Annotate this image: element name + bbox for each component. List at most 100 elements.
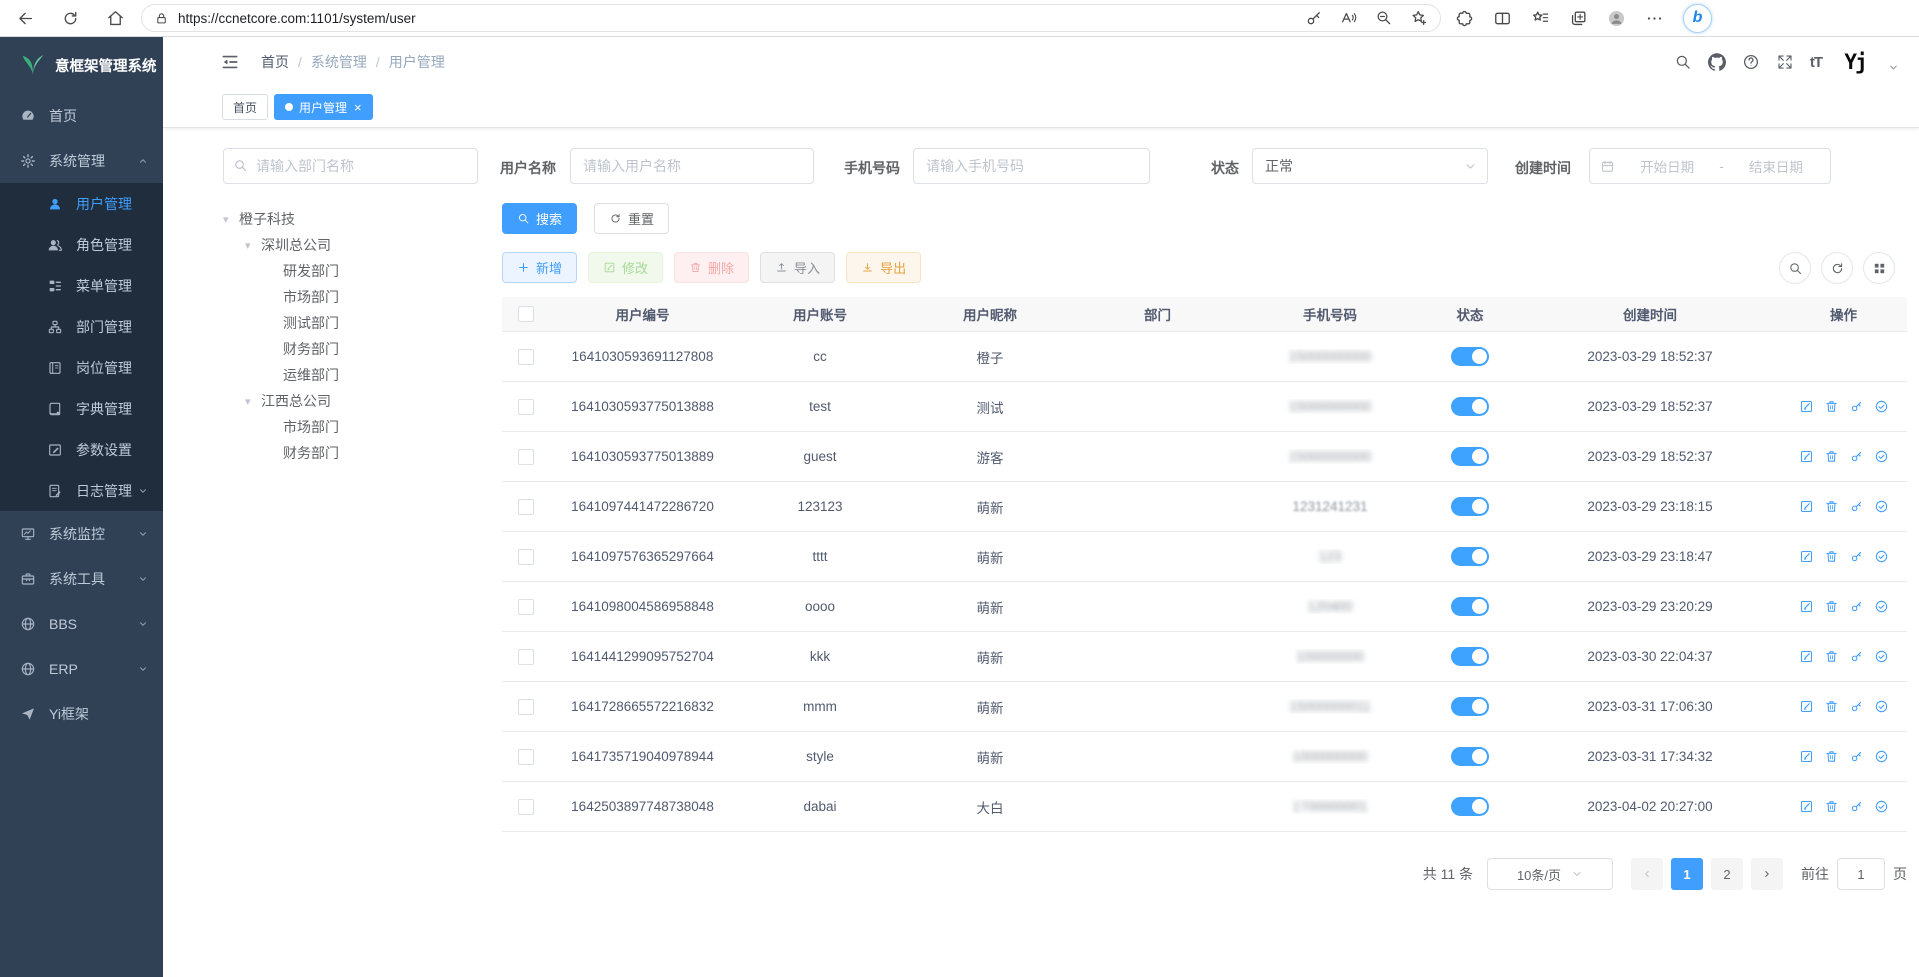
collections-icon[interactable] <box>1569 9 1588 28</box>
row-edit-icon[interactable] <box>1799 599 1814 614</box>
row-edit-icon[interactable] <box>1799 549 1814 564</box>
row-delete-icon[interactable] <box>1824 799 1839 814</box>
tree-expand-icon[interactable]: ▾ <box>245 239 255 252</box>
tree-node[interactable]: ▾深圳总公司 <box>215 232 485 258</box>
row-edit-icon[interactable] <box>1799 749 1814 764</box>
row-edit-icon[interactable] <box>1799 399 1814 414</box>
row-assign-role-icon[interactable] <box>1874 799 1889 814</box>
row-edit-icon[interactable] <box>1799 649 1814 664</box>
browser-profile-icon[interactable] <box>1607 9 1626 28</box>
phone-input[interactable] <box>913 148 1150 184</box>
row-delete-icon[interactable] <box>1824 649 1839 664</box>
row-reset-password-icon[interactable] <box>1849 749 1864 764</box>
copilot-icon[interactable]: b <box>1683 4 1712 33</box>
close-tab-icon[interactable]: × <box>354 101 362 114</box>
sidebar-item-menu-management[interactable]: 菜单管理 <box>0 265 163 306</box>
browser-back-icon[interactable] <box>16 9 35 28</box>
sidebar-item-role-management[interactable]: 角色管理 <box>0 224 163 265</box>
table-search-toggle-button[interactable] <box>1779 252 1811 284</box>
row-delete-icon[interactable] <box>1824 749 1839 764</box>
status-toggle[interactable] <box>1451 347 1489 366</box>
status-toggle[interactable] <box>1451 447 1489 466</box>
row-checkbox[interactable] <box>518 699 534 715</box>
row-assign-role-icon[interactable] <box>1874 549 1889 564</box>
row-delete-icon[interactable] <box>1824 499 1839 514</box>
read-aloud-icon[interactable] <box>1340 9 1358 27</box>
sidebar-item-log-management[interactable]: 日志管理 <box>0 470 163 511</box>
row-reset-password-icon[interactable] <box>1849 549 1864 564</box>
row-checkbox[interactable] <box>518 549 534 565</box>
status-toggle[interactable] <box>1451 547 1489 566</box>
add-button[interactable]: 新增 <box>502 252 577 283</box>
sidebar-item-system-monitor[interactable]: 系统监控 <box>0 511 163 556</box>
row-assign-role-icon[interactable] <box>1874 399 1889 414</box>
browser-refresh-icon[interactable] <box>61 9 80 28</box>
date-range-picker[interactable]: 开始日期 - 结束日期 <box>1589 148 1831 184</box>
row-delete-icon[interactable] <box>1824 549 1839 564</box>
status-toggle[interactable] <box>1451 647 1489 666</box>
page-size-select[interactable]: 10条/页 <box>1487 858 1613 890</box>
sidebar-item-erp[interactable]: ERP <box>0 646 163 691</box>
row-edit-icon[interactable] <box>1799 499 1814 514</box>
row-delete-icon[interactable] <box>1824 399 1839 414</box>
goto-page-input[interactable] <box>1837 858 1885 890</box>
browser-home-icon[interactable] <box>106 9 125 28</box>
row-assign-role-icon[interactable] <box>1874 749 1889 764</box>
row-reset-password-icon[interactable] <box>1849 599 1864 614</box>
font-size-icon[interactable]: tT <box>1810 54 1822 71</box>
sidebar-item-param-settings[interactable]: 参数设置 <box>0 429 163 470</box>
page-button-1[interactable]: 1 <box>1671 858 1703 890</box>
row-edit-icon[interactable] <box>1799 449 1814 464</box>
tree-node[interactable]: ▾橙子科技 <box>215 206 485 232</box>
export-button[interactable]: 导出 <box>846 252 921 283</box>
tree-node[interactable]: ▾江西总公司 <box>215 388 485 414</box>
row-delete-icon[interactable] <box>1824 449 1839 464</box>
sidebar-item-home[interactable]: 首页 <box>0 93 163 138</box>
tree-node[interactable]: 测试部门 <box>215 310 485 336</box>
sidebar-item-user-management[interactable]: 用户管理 <box>0 183 163 224</box>
row-checkbox[interactable] <box>518 499 534 515</box>
table-refresh-button[interactable] <box>1821 252 1853 284</box>
row-checkbox[interactable] <box>518 349 534 365</box>
tree-node[interactable]: 财务部门 <box>215 440 485 466</box>
row-edit-icon[interactable] <box>1799 799 1814 814</box>
row-checkbox[interactable] <box>518 399 534 415</box>
status-toggle[interactable] <box>1451 497 1489 516</box>
status-toggle[interactable] <box>1451 597 1489 616</box>
row-reset-password-icon[interactable] <box>1849 649 1864 664</box>
tab-user-management[interactable]: 用户管理× <box>274 94 373 120</box>
collapse-sidebar-icon[interactable] <box>220 52 240 72</box>
row-reset-password-icon[interactable] <box>1849 699 1864 714</box>
search-icon[interactable] <box>1674 53 1692 71</box>
add-favorite-star-icon[interactable] <box>1410 9 1428 27</box>
row-checkbox[interactable] <box>518 449 534 465</box>
github-icon[interactable] <box>1708 53 1726 71</box>
help-icon[interactable] <box>1742 53 1760 71</box>
tree-node[interactable]: 运维部门 <box>215 362 485 388</box>
edit-button[interactable]: 修改 <box>588 252 663 283</box>
row-reset-password-icon[interactable] <box>1849 499 1864 514</box>
breadcrumb-item[interactable]: 用户管理 <box>389 52 445 72</box>
tree-node[interactable]: 研发部门 <box>215 258 485 284</box>
sidebar-item-bbs[interactable]: BBS <box>0 601 163 646</box>
row-checkbox[interactable] <box>518 599 534 615</box>
tree-node[interactable]: 财务部门 <box>215 336 485 362</box>
row-assign-role-icon[interactable] <box>1874 599 1889 614</box>
delete-button[interactable]: 删除 <box>674 252 749 283</box>
page-button-2[interactable]: 2 <box>1711 858 1743 890</box>
status-toggle[interactable] <box>1451 397 1489 416</box>
username-input[interactable] <box>570 148 814 184</box>
browser-more-icon[interactable] <box>1645 9 1664 28</box>
row-checkbox[interactable] <box>518 649 534 665</box>
row-reset-password-icon[interactable] <box>1849 449 1864 464</box>
split-screen-icon[interactable] <box>1493 9 1512 28</box>
sidebar-item-yi-framework[interactable]: Yi框架 <box>0 691 163 736</box>
row-assign-role-icon[interactable] <box>1874 699 1889 714</box>
tree-node[interactable]: 市场部门 <box>215 284 485 310</box>
sidebar-item-dict-management[interactable]: 字典管理 <box>0 388 163 429</box>
avatar[interactable]: Yj <box>1838 45 1872 79</box>
status-toggle[interactable] <box>1451 797 1489 816</box>
row-assign-role-icon[interactable] <box>1874 449 1889 464</box>
favorites-bar-icon[interactable] <box>1531 9 1550 28</box>
row-assign-role-icon[interactable] <box>1874 499 1889 514</box>
